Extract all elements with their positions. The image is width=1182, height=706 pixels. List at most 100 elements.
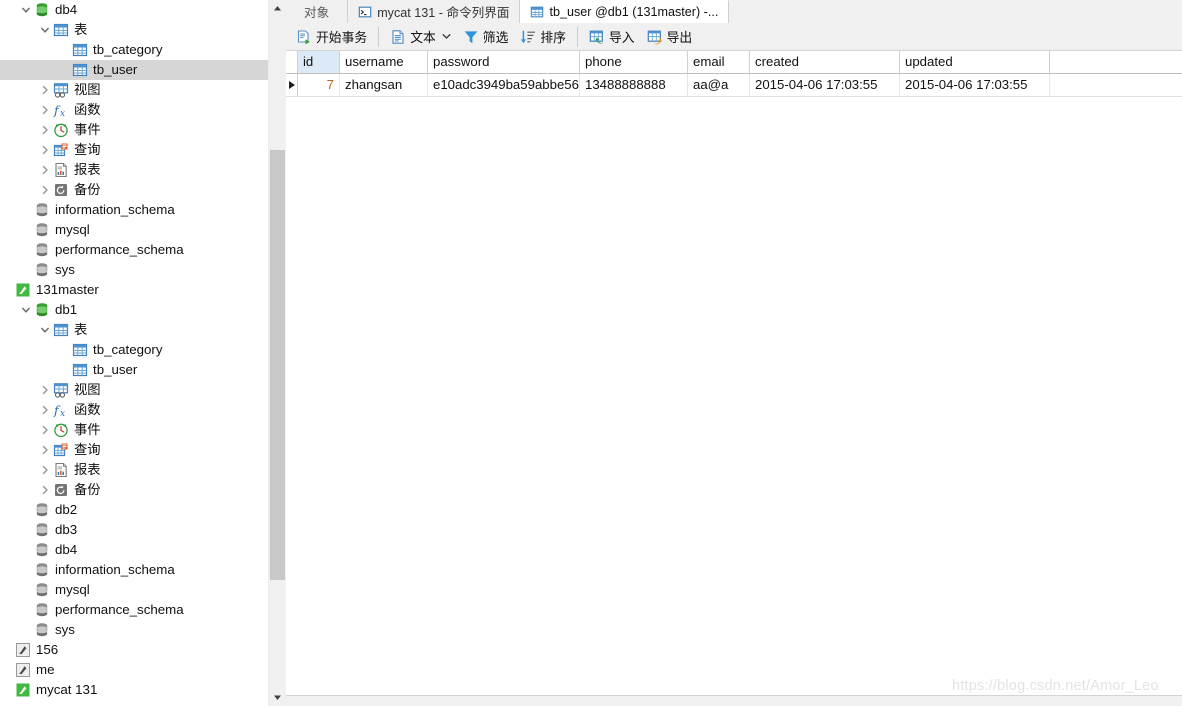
tab-bar[interactable]: 对象 mycat 131 - 命令列界面 tb_user @db1 (131mast… xyxy=(286,0,1182,24)
sidebar-scrollbar[interactable] xyxy=(268,0,286,706)
tree-item-mysql[interactable]: mysql xyxy=(0,220,270,240)
tab-console[interactable]: mycat 131 - 命令列界面 xyxy=(348,0,521,23)
text-icon xyxy=(390,29,406,45)
toolbar-button-begin-transaction[interactable]: 开始事务 xyxy=(290,25,373,49)
tree-item-[interactable]: 报表 xyxy=(0,460,270,480)
chevron-right-icon[interactable] xyxy=(38,460,52,480)
chevron-down-icon[interactable] xyxy=(442,32,451,41)
database-gray-icon xyxy=(33,200,50,220)
tree-item-db4[interactable]: db4 xyxy=(0,540,270,560)
tree-item-131master[interactable]: 131master xyxy=(0,280,270,300)
tree-item-performance_schema[interactable]: performance_schema xyxy=(0,240,270,260)
database-icon xyxy=(33,300,50,320)
table-icon xyxy=(530,5,544,19)
chevron-down-icon[interactable] xyxy=(38,320,52,340)
tree-item-[interactable]: 备份 xyxy=(0,180,270,200)
grid-toolbar[interactable]: 开始事务 文本 筛选 排序 导入 导出 xyxy=(286,23,1182,51)
toolbar-button-import[interactable]: 导入 xyxy=(583,25,641,49)
chevron-right-icon[interactable] xyxy=(38,160,52,180)
tree-item-db1[interactable]: db1 xyxy=(0,300,270,320)
chevron-right-icon[interactable] xyxy=(38,140,52,160)
tree-item-me[interactable]: me xyxy=(0,660,270,680)
grid-column-header[interactable]: id xyxy=(298,51,340,73)
backup-icon xyxy=(52,180,69,200)
tree-item-sys[interactable]: sys xyxy=(0,260,270,280)
tree-item-[interactable]: 表 xyxy=(0,20,270,40)
function-icon: fx xyxy=(52,100,69,120)
grid-cell[interactable]: 13488888888 xyxy=(580,74,688,96)
tree-item-[interactable]: 查询 xyxy=(0,440,270,460)
tree-item-information_schema[interactable]: information_schema xyxy=(0,200,270,220)
grid-cell[interactable]: aa@a xyxy=(688,74,750,96)
toolbar-button-export[interactable]: 导出 xyxy=(641,25,699,49)
chevron-right-icon[interactable] xyxy=(38,420,52,440)
chevron-right-icon[interactable] xyxy=(38,480,52,500)
tree-item-[interactable]: f x 函数 xyxy=(0,400,270,420)
table-row[interactable]: 7 zhangsan e10adc3949ba59abbe56e 1348888888… xyxy=(286,74,1182,97)
grid-column-header[interactable]: updated xyxy=(900,51,1050,73)
tree-item-tb_category[interactable]: tb_category xyxy=(0,340,270,360)
tab-object[interactable]: 对象 xyxy=(286,0,349,23)
tree-item-label: tb_user xyxy=(93,362,138,377)
grid-cell[interactable]: e10adc3949ba59abbe56e xyxy=(428,74,580,96)
grid-cell[interactable]: 2015-04-06 17:03:55 xyxy=(900,74,1050,96)
tree-item-label: 表 xyxy=(74,322,88,337)
tree-item-performance_schema[interactable]: performance_schema xyxy=(0,600,270,620)
tree-item-tb_user[interactable]: tb_user xyxy=(0,60,270,80)
toolbar-button-sort[interactable]: 排序 xyxy=(514,25,572,49)
tree-item-tb_user[interactable]: tb_user xyxy=(0,360,270,380)
grid-column-header[interactable]: password xyxy=(428,51,580,73)
tree-item-[interactable]: 事件 xyxy=(0,120,270,140)
tree-item-[interactable]: 表 xyxy=(0,320,270,340)
chevron-down-icon[interactable] xyxy=(19,0,33,20)
database-gray-icon xyxy=(33,580,50,600)
tree-item-db3[interactable]: db3 xyxy=(0,520,270,540)
grid-body[interactable]: 7 zhangsan e10adc3949ba59abbe56e 1348888888… xyxy=(286,74,1182,97)
chevron-right-icon[interactable] xyxy=(38,100,52,120)
grid-column-header[interactable]: username xyxy=(340,51,428,73)
toolbar-button-filter[interactable]: 筛选 xyxy=(457,25,515,49)
chevron-right-icon[interactable] xyxy=(38,400,52,420)
chevron-right-icon[interactable] xyxy=(38,80,52,100)
tree-item-mycat131[interactable]: mycat 131 xyxy=(0,680,270,700)
tree-item-[interactable]: 视图 xyxy=(0,80,270,100)
tree-item-db4[interactable]: db4 xyxy=(0,0,270,20)
row-indicator[interactable] xyxy=(286,74,298,96)
grid-column-header[interactable]: created xyxy=(750,51,900,73)
query-icon xyxy=(52,440,69,460)
toolbar-button-text[interactable]: 文本 xyxy=(384,25,457,49)
tree-item-[interactable]: 视图 xyxy=(0,380,270,400)
tree-item-label: 备份 xyxy=(74,182,101,197)
object-tree-sidebar[interactable]: db4 表 tb_category tb_user 视图 f x 函数 事件 查询 报表 备份 info… xyxy=(0,0,270,706)
tab-table[interactable]: tb_user @db1 (131master) -... xyxy=(520,0,730,24)
grid-header-row[interactable]: id username password phone email created updat… xyxy=(286,51,1182,74)
tree-item-156[interactable]: 156 xyxy=(0,640,270,660)
tree-item-tb_category[interactable]: tb_category xyxy=(0,40,270,60)
chevron-right-icon[interactable] xyxy=(38,440,52,460)
tree-item-information_schema[interactable]: information_schema xyxy=(0,560,270,580)
chevron-right-icon[interactable] xyxy=(38,180,52,200)
object-tree[interactable]: db4 表 tb_category tb_user 视图 f x 函数 事件 查询 报表 备份 info… xyxy=(0,0,270,700)
scroll-up-arrow[interactable] xyxy=(269,0,286,17)
chevron-right-icon[interactable] xyxy=(38,380,52,400)
tree-item-[interactable]: f x 函数 xyxy=(0,100,270,120)
tree-item-sys[interactable]: sys xyxy=(0,620,270,640)
sidebar-scroll-thumb[interactable] xyxy=(270,150,285,580)
tree-item-[interactable]: 事件 xyxy=(0,420,270,440)
tree-item-[interactable]: 查询 xyxy=(0,140,270,160)
tree-item-mysql[interactable]: mysql xyxy=(0,580,270,600)
scroll-down-arrow[interactable] xyxy=(269,689,286,706)
grid-cell[interactable]: 2015-04-06 17:03:55 xyxy=(750,74,900,96)
chevron-down-icon[interactable] xyxy=(38,20,52,40)
tree-item-[interactable]: 备份 xyxy=(0,480,270,500)
grid-cell[interactable]: zhangsan xyxy=(340,74,428,96)
data-grid[interactable]: id username password phone email created updat… xyxy=(286,51,1182,696)
chevron-right-icon[interactable] xyxy=(38,120,52,140)
grid-column-header[interactable]: phone xyxy=(580,51,688,73)
grid-column-header[interactable]: email xyxy=(688,51,750,73)
grid-cell[interactable]: 7 xyxy=(298,74,340,96)
tree-item-[interactable]: 报表 xyxy=(0,160,270,180)
chevron-down-icon[interactable] xyxy=(19,300,33,320)
tree-item-db2[interactable]: db2 xyxy=(0,500,270,520)
